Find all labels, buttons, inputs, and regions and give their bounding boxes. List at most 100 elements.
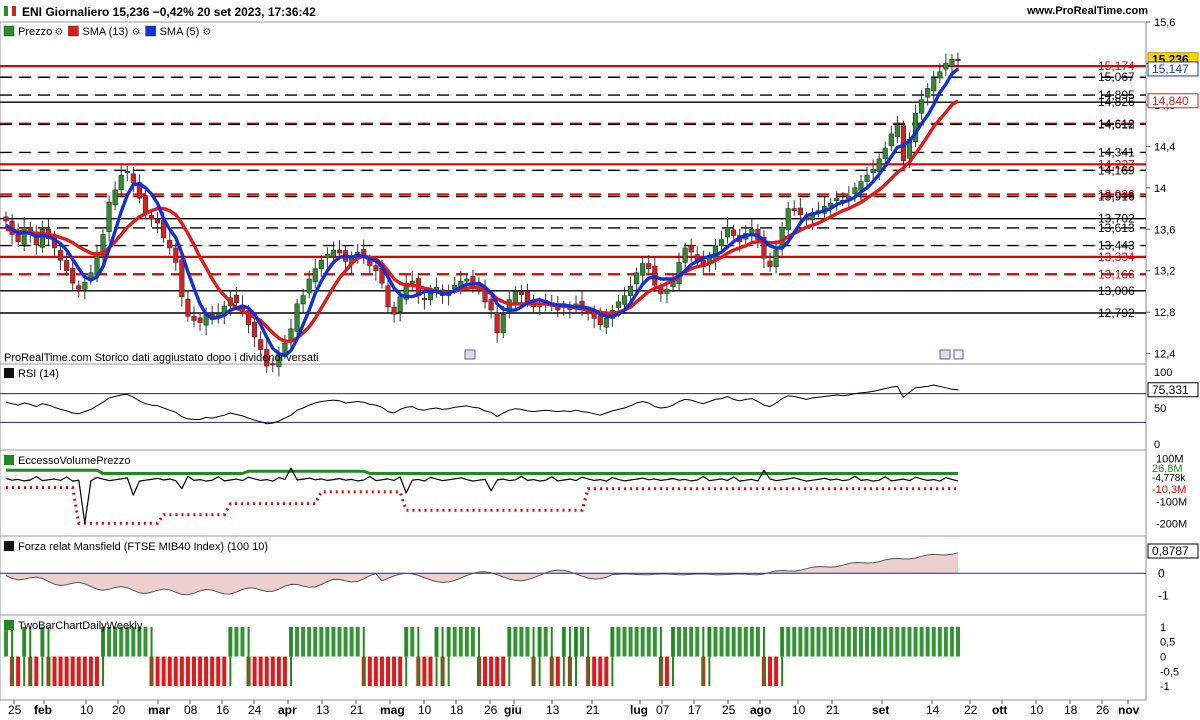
candle-body — [919, 99, 925, 114]
twobar-bar — [386, 656, 391, 687]
twobar-bar — [725, 626, 730, 657]
wrench-icon[interactable]: ⚙ — [54, 27, 63, 38]
twobar-bar — [852, 626, 857, 657]
price-legend-item: SMA (5) — [160, 26, 200, 38]
twobar-bar — [222, 656, 227, 687]
twobar-bar — [834, 626, 839, 657]
legend-swatch — [3, 25, 15, 37]
twobar-bar — [252, 656, 257, 687]
price-legend-item: Prezzo — [18, 26, 52, 38]
twobar-bar — [865, 626, 870, 657]
candle-body — [640, 263, 646, 276]
candle-body — [148, 215, 155, 220]
candle-body — [124, 170, 130, 174]
twobar-bar — [191, 656, 196, 687]
candle-body — [773, 249, 779, 267]
candle-body — [925, 88, 931, 98]
twobar-bar — [519, 626, 524, 657]
twobar-bar — [173, 656, 178, 687]
wrench-icon[interactable]: ⚙ — [132, 27, 141, 38]
candle-body — [894, 125, 900, 137]
legend-swatch — [4, 455, 14, 465]
twobar-bar — [677, 626, 682, 657]
twobar-bar — [343, 626, 348, 657]
candle-body — [173, 247, 179, 263]
candle-body — [185, 298, 191, 317]
twobar-bar — [580, 626, 585, 657]
candle-body — [682, 247, 688, 263]
twobar-bar — [743, 626, 748, 657]
twobar-y-tick-label: -0,5 — [1160, 666, 1179, 678]
rsi-y-tick-label: 0 — [1154, 439, 1160, 451]
x-tick-label: set — [872, 703, 889, 717]
twobar-bar — [937, 626, 942, 657]
x-tick-label: 13 — [546, 703, 560, 717]
level-label: 14,826 — [1098, 95, 1135, 109]
candle-body — [524, 291, 531, 303]
dividend-icon[interactable] — [939, 349, 951, 360]
twobar-bar — [592, 656, 597, 687]
level-label: 12,792 — [1098, 306, 1135, 320]
info-icon[interactable] — [953, 349, 964, 360]
twobar-legend-item: TwoBarChartDailyWeekly — [18, 620, 143, 632]
chart-note: ProRealTime.com Storico dati aggiustato … — [4, 352, 318, 364]
twobar-bar — [319, 626, 324, 657]
twobar-bar — [689, 626, 694, 657]
x-tick-label: giu — [504, 703, 522, 717]
twobar-y-tick-label: 1 — [1160, 622, 1166, 634]
twobar-bar — [264, 656, 269, 687]
candle-body — [58, 250, 64, 261]
twobar-bar — [555, 656, 560, 687]
wrench-icon[interactable]: ⚙ — [202, 27, 211, 38]
twobar-bar — [161, 656, 166, 687]
x-tick-label: 16 — [216, 703, 230, 717]
twobar-bar — [737, 626, 742, 657]
twobar-bar — [483, 656, 488, 687]
twobar-bar — [901, 626, 906, 657]
x-tick-label: lug — [630, 703, 648, 717]
candle-body — [731, 229, 737, 236]
x-tick-label: 07 — [656, 703, 670, 717]
twobar-bar — [167, 656, 172, 687]
twobar-bar — [489, 656, 494, 687]
candle-body — [464, 278, 470, 282]
twobar-bar — [276, 656, 281, 687]
candle-body — [179, 259, 185, 297]
x-tick-label: ott — [992, 703, 1007, 717]
candle-body — [118, 175, 124, 191]
candle-body — [797, 207, 803, 216]
price-y-tick-label: 13,2 — [1154, 266, 1175, 278]
panel-rsi-frame — [0, 363, 1147, 451]
volume-legend-item: EccessoVolumePrezzo — [18, 455, 131, 467]
twobar-bar — [185, 656, 190, 687]
mansfield-last-value: 0,8787 — [1152, 544, 1189, 558]
twobar-bar — [58, 656, 63, 687]
candle-body — [864, 175, 870, 182]
level-label: 13,334 — [1098, 250, 1135, 264]
candle-body — [112, 189, 118, 206]
twobar-bar — [719, 626, 724, 657]
volume-label: -10,3M — [1152, 484, 1186, 496]
level-label: 15,067 — [1098, 70, 1135, 84]
twobar-bar — [234, 626, 239, 657]
twobar-bar — [956, 626, 960, 657]
candle-body — [252, 321, 258, 338]
twobar-bar — [598, 656, 603, 687]
candle-body — [852, 187, 858, 194]
twobar-bar — [216, 656, 221, 687]
candle-body — [142, 195, 149, 213]
candle-body — [421, 297, 427, 300]
x-tick-label: 18 — [450, 703, 464, 717]
legend-swatch — [4, 620, 14, 630]
twobar-bar — [949, 626, 954, 657]
dividend-icon[interactable] — [464, 349, 476, 360]
candle-body — [336, 249, 343, 254]
x-tick-label: nov — [1118, 703, 1140, 717]
candle-body — [21, 226, 27, 245]
twobar-bar — [786, 626, 791, 657]
chart-canvas[interactable]: 15,615,214,814,41413,613,212,812,415,174… — [0, 0, 1200, 720]
twobar-bar — [877, 626, 882, 657]
x-tick-label: 10 — [80, 703, 94, 717]
candle-body — [718, 239, 725, 247]
candle-body — [628, 286, 634, 296]
